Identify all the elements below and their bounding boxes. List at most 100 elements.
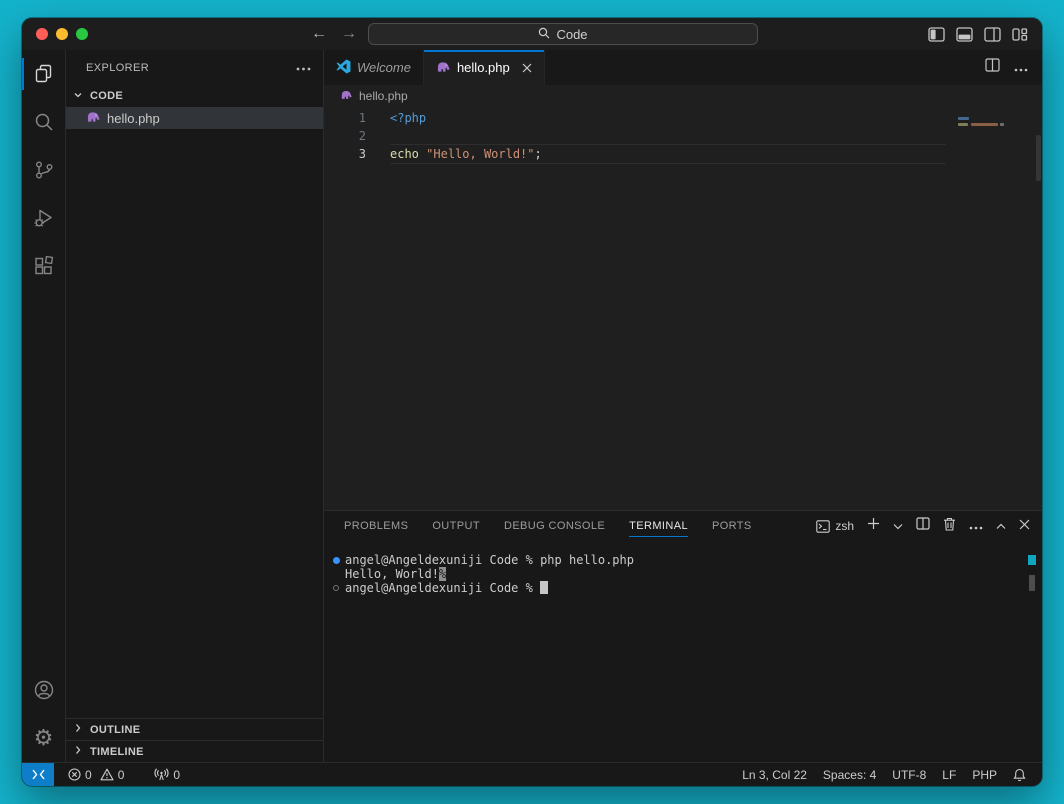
maximize-window-button[interactable]: [76, 28, 88, 40]
warning-count: 0: [118, 768, 125, 782]
toggle-secondary-sidebar-icon[interactable]: [984, 27, 1001, 42]
command-center-search[interactable]: Code: [368, 23, 758, 45]
source-control-icon[interactable]: [22, 146, 65, 194]
breadcrumb[interactable]: hello.php: [324, 85, 1042, 107]
problems-status[interactable]: 0 0: [60, 768, 132, 782]
terminal-line: angel@Angeldexuniji Code % php hello.php: [324, 553, 1042, 567]
close-window-button[interactable]: [36, 28, 48, 40]
command-decoration-filled[interactable]: [333, 557, 340, 564]
line-content: echo "Hello, World!";: [390, 145, 946, 163]
run-debug-icon[interactable]: [22, 194, 65, 242]
terminal-overview-marker: [1028, 555, 1036, 565]
forward-arrow-icon[interactable]: →: [340, 25, 358, 43]
shell-label: zsh: [835, 519, 854, 533]
titlebar: ← → Code: [22, 18, 1042, 50]
php-file-icon: [436, 60, 451, 76]
code-line[interactable]: 1<?php: [324, 109, 1042, 127]
file-name: hello.php: [107, 111, 160, 126]
sidebar-more-actions-icon[interactable]: [296, 62, 311, 74]
language-mode[interactable]: PHP: [964, 768, 1005, 782]
close-tab-icon[interactable]: [522, 63, 532, 73]
editor-more-actions-icon[interactable]: [1014, 59, 1028, 77]
outline-label: OUTLINE: [90, 724, 140, 736]
panel-tabs: PROBLEMS OUTPUT DEBUG CONSOLE TERMINAL PORTS: [344, 511, 752, 541]
chevron-right-icon: [70, 720, 86, 739]
remote-indicator[interactable]: [22, 763, 54, 787]
code-line[interactable]: 3echo "Hello, World!";: [324, 145, 1042, 163]
terminal-output[interactable]: angel@Angeldexuniji Code % php hello.php…: [324, 541, 1042, 762]
line-content: <?php: [390, 109, 426, 127]
explorer-icon[interactable]: [22, 50, 65, 98]
panel-tab-terminal[interactable]: TERMINAL: [629, 511, 688, 541]
panel-tab-output[interactable]: OUTPUT: [432, 511, 480, 541]
maximize-panel-chevron-icon[interactable]: [996, 517, 1006, 535]
forwarded-ports-count: 0: [173, 768, 180, 782]
traffic-lights: [36, 28, 88, 40]
chevron-right-icon: [70, 742, 86, 761]
split-terminal-icon[interactable]: [916, 517, 930, 535]
panel-tab-problems[interactable]: PROBLEMS: [344, 511, 408, 541]
panel-tab-ports[interactable]: PORTS: [712, 511, 752, 541]
code-lines: 1<?php23echo "Hello, World!";: [324, 109, 1042, 163]
outline-section-header[interactable]: OUTLINE: [66, 718, 323, 740]
folder-section-header[interactable]: CODE: [66, 85, 323, 107]
breadcrumb-file: hello.php: [359, 89, 408, 103]
code-editor[interactable]: 1<?php23echo "Hello, World!";: [324, 107, 1042, 510]
code-line[interactable]: 2: [324, 127, 1042, 145]
customize-layout-icon[interactable]: [1012, 27, 1028, 42]
command-decoration-hollow[interactable]: [333, 585, 339, 591]
panel-tab-debug-console[interactable]: DEBUG CONSOLE: [504, 511, 605, 541]
sidebar-title: EXPLORER: [86, 62, 149, 74]
php-file-icon: [340, 89, 353, 103]
line-number: 2: [324, 127, 390, 145]
extensions-icon[interactable]: [22, 242, 65, 290]
tab-label: Welcome: [357, 60, 411, 75]
terminal-scrollbar[interactable]: [1029, 575, 1035, 591]
file-item[interactable]: hello.php: [66, 107, 323, 129]
settings-gear-icon[interactable]: ⚙: [22, 714, 65, 762]
timeline-label: TIMELINE: [90, 746, 144, 758]
indentation[interactable]: Spaces: 4: [815, 768, 884, 782]
toggle-sidebar-icon[interactable]: [928, 27, 945, 42]
line-number: 3: [324, 145, 390, 163]
chevron-down-icon: [70, 87, 86, 106]
terminal-line: Hello, World!%: [324, 567, 1042, 581]
php-file-icon: [86, 110, 101, 126]
close-panel-icon[interactable]: [1019, 517, 1030, 535]
tab-hello-php[interactable]: hello.php: [424, 50, 545, 85]
panel-more-actions-icon[interactable]: [969, 517, 983, 535]
kill-terminal-trash-icon[interactable]: [943, 517, 956, 536]
explorer-sidebar: EXPLORER CODE hello.php OUTLINE: [66, 50, 324, 762]
tab-welcome[interactable]: Welcome: [324, 50, 424, 85]
terminal-cursor: [540, 581, 548, 594]
vscode-window: ← → Code: [22, 18, 1042, 786]
back-arrow-icon[interactable]: ←: [310, 25, 328, 43]
editor-scrollbar[interactable]: [1036, 135, 1041, 181]
cursor-position[interactable]: Ln 3, Col 22: [734, 768, 815, 782]
eol-sequence[interactable]: LF: [934, 768, 964, 782]
vscode-logo-icon: [336, 59, 351, 77]
activity-bar: ⚙: [22, 50, 66, 762]
line-number: 1: [324, 109, 390, 127]
toggle-panel-icon[interactable]: [956, 27, 973, 42]
folder-section-label: CODE: [90, 90, 123, 102]
error-count: 0: [85, 768, 92, 782]
search-icon: [538, 27, 550, 42]
minimap[interactable]: [950, 111, 1028, 167]
encoding[interactable]: UTF-8: [884, 768, 934, 782]
shell-selector[interactable]: zsh: [816, 519, 854, 533]
notifications-bell-icon[interactable]: [1005, 768, 1034, 782]
ports-status[interactable]: 0: [146, 768, 188, 782]
split-editor-icon[interactable]: [985, 58, 1000, 77]
file-list: hello.php: [66, 107, 323, 129]
editor-tabbar: Welcome hello.php: [324, 50, 1042, 85]
status-bar: 0 0 0 Ln 3, Col 22 Spaces: 4 UTF-8 LF PH…: [22, 762, 1042, 786]
search-sidebar-icon[interactable]: [22, 98, 65, 146]
tab-label: hello.php: [457, 60, 510, 75]
terminal-line: angel@Angeldexuniji Code %: [324, 581, 1042, 595]
terminal-dropdown-chevron-icon[interactable]: [893, 517, 903, 535]
accounts-icon[interactable]: [22, 666, 65, 714]
timeline-section-header[interactable]: TIMELINE: [66, 740, 323, 762]
minimize-window-button[interactable]: [56, 28, 68, 40]
new-terminal-icon[interactable]: [867, 517, 880, 535]
